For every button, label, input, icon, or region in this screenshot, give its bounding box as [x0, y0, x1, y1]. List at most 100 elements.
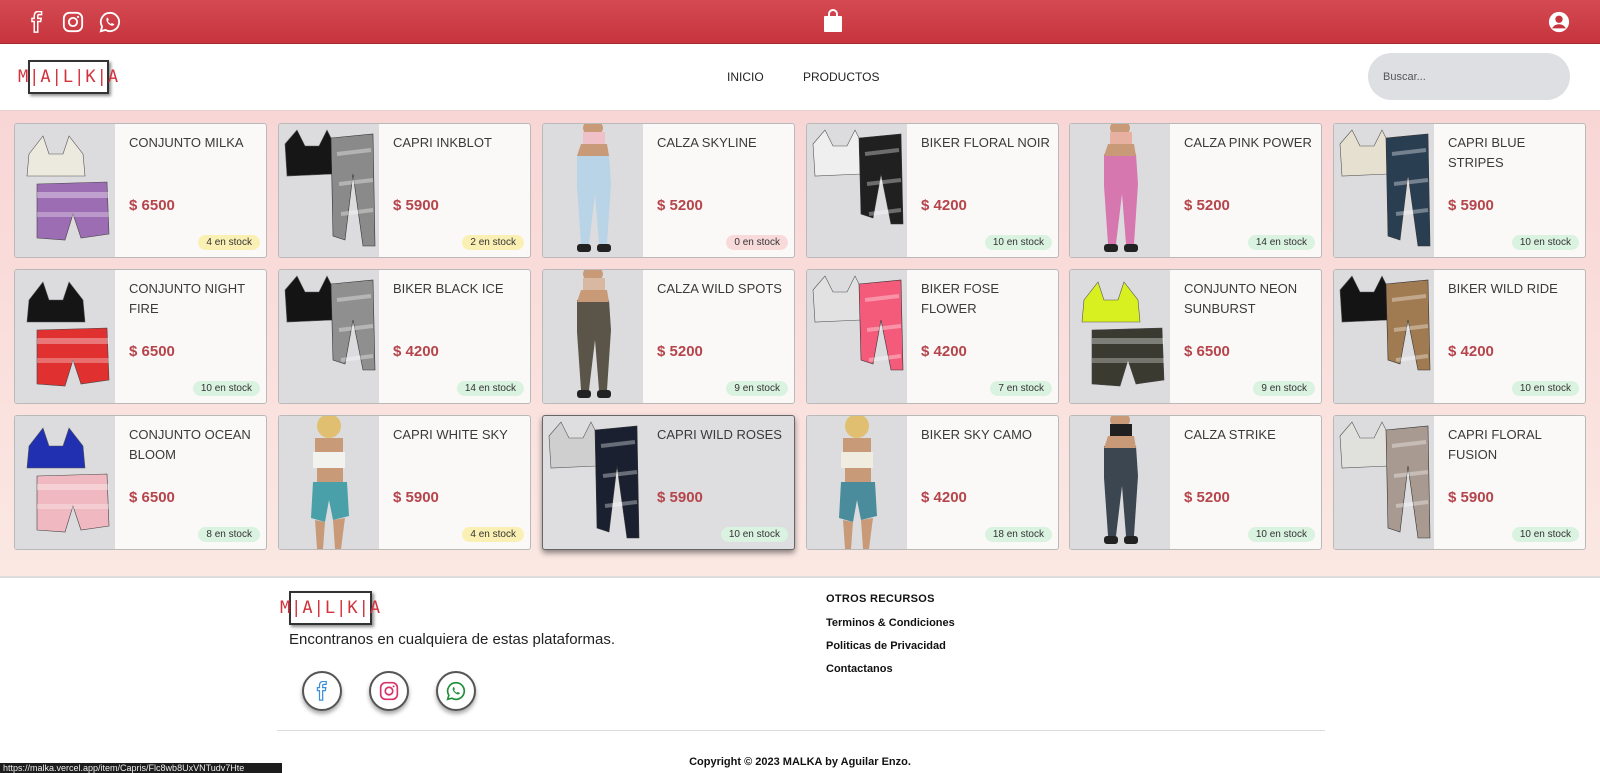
product-image	[1334, 416, 1434, 549]
product-name: CONJUNTO NIGHT FIRE	[129, 281, 245, 316]
nav-productos[interactable]: PRODUCTOS	[803, 70, 879, 84]
product-price: $ 4200	[921, 489, 967, 506]
product-name: CALZA STRIKE	[1184, 427, 1276, 442]
product-image	[1070, 416, 1170, 549]
product-image	[15, 270, 115, 403]
footer-instagram-button[interactable]	[369, 671, 409, 711]
stock-badge: 10 en stock	[192, 381, 260, 396]
product-image	[807, 124, 907, 257]
product-name: CALZA SKYLINE	[657, 135, 757, 150]
product-image	[279, 416, 379, 549]
facebook-icon[interactable]	[24, 9, 50, 35]
product-name: BIKER BLACK ICE	[393, 281, 504, 296]
stock-badge: 0 en stock	[726, 235, 788, 250]
whatsapp-icon[interactable]	[97, 9, 123, 35]
product-card[interactable]: CAPRI INKBLOT $ 5900 2 en stock	[278, 123, 531, 258]
product-name: CAPRI INKBLOT	[393, 135, 492, 150]
stock-badge: 10 en stock	[720, 527, 788, 542]
footer-divider	[277, 730, 1325, 731]
product-card[interactable]: BIKER WILD RIDE $ 4200 10 en stock	[1333, 269, 1586, 404]
product-price: $ 5900	[657, 489, 703, 506]
status-url-tooltip: https://malka.vercel.app/item/Capris/Flc…	[0, 763, 282, 773]
product-price: $ 4200	[921, 197, 967, 214]
product-image	[807, 416, 907, 549]
footer-tagline: Encontranos en cualquiera de estas plata…	[289, 631, 616, 648]
product-name: BIKER FOSE FLOWER	[921, 281, 1000, 316]
product-card[interactable]: CALZA STRIKE $ 5200 10 en stock	[1069, 415, 1322, 550]
link-contactanos[interactable]: Contactanos	[826, 663, 893, 675]
product-price: $ 5900	[393, 197, 439, 214]
product-name: CONJUNTO MILKA	[129, 135, 244, 150]
top-bar	[0, 0, 1600, 44]
product-card[interactable]: CONJUNTO NEON SUNBURST $ 6500 9 en stock	[1069, 269, 1322, 404]
product-name: CAPRI BLUE STRIPES	[1448, 135, 1526, 170]
stock-badge: 10 en stock	[1511, 381, 1579, 396]
stock-badge: 4 en stock	[462, 527, 524, 542]
stock-badge: 7 en stock	[990, 381, 1052, 396]
product-image	[15, 416, 115, 549]
user-account-icon[interactable]	[1546, 9, 1572, 35]
product-price: $ 6500	[129, 197, 175, 214]
footer-whatsapp-button[interactable]	[436, 671, 476, 711]
nav-inicio[interactable]: INICIO	[727, 70, 764, 84]
product-name: CALZA PINK POWER	[1184, 135, 1312, 150]
product-image	[1334, 270, 1434, 403]
product-image	[279, 270, 379, 403]
product-price: $ 5200	[1184, 197, 1230, 214]
product-price: $ 5900	[1448, 489, 1494, 506]
stock-badge: 10 en stock	[1511, 235, 1579, 250]
shopping-bag-icon[interactable]	[820, 8, 846, 34]
product-price: $ 6500	[1184, 343, 1230, 360]
footer: M|A|L|K|A Encontranos en cualquiera de e…	[0, 578, 1600, 773]
stock-badge: 14 en stock	[456, 381, 524, 396]
instagram-icon[interactable]	[60, 9, 86, 35]
product-image	[15, 124, 115, 257]
product-image	[543, 124, 643, 257]
product-price: $ 5200	[657, 197, 703, 214]
product-name: CONJUNTO NEON SUNBURST	[1184, 281, 1298, 316]
product-price: $ 6500	[129, 489, 175, 506]
product-name: BIKER FLORAL NOIR	[921, 135, 1050, 150]
stock-badge: 4 en stock	[198, 235, 260, 250]
link-terminos[interactable]: Terminos & Condiciones	[826, 617, 955, 629]
instagram-icon	[379, 681, 399, 701]
resources-title: OTROS RECURSOS	[826, 593, 935, 605]
product-name: BIKER WILD RIDE	[1448, 281, 1558, 296]
product-name: CAPRI WILD ROSES	[657, 427, 782, 442]
product-card[interactable]: CALZA WILD SPOTS $ 5200 9 en stock	[542, 269, 795, 404]
footer-facebook-button[interactable]	[302, 671, 342, 711]
stock-badge: 9 en stock	[726, 381, 788, 396]
stock-badge: 10 en stock	[984, 235, 1052, 250]
stock-badge: 10 en stock	[1247, 527, 1315, 542]
product-price: $ 5900	[1448, 197, 1494, 214]
product-card[interactable]: BIKER SKY CAMO $ 4200 18 en stock	[806, 415, 1059, 550]
facebook-icon	[316, 681, 327, 701]
stock-badge: 8 en stock	[198, 527, 260, 542]
product-price: $ 6500	[129, 343, 175, 360]
search-input[interactable]	[1368, 53, 1570, 100]
product-card[interactable]: CAPRI WHITE SKY $ 5900 4 en stock	[278, 415, 531, 550]
product-card[interactable]: BIKER BLACK ICE $ 4200 14 en stock	[278, 269, 531, 404]
product-card[interactable]: CALZA PINK POWER $ 5200 14 en stock	[1069, 123, 1322, 258]
product-name: CONJUNTO OCEAN BLOOM	[129, 427, 251, 462]
product-price: $ 5200	[1184, 489, 1230, 506]
footer-logo: M|A|L|K|A	[280, 591, 380, 625]
product-card[interactable]: BIKER FLORAL NOIR $ 4200 10 en stock	[806, 123, 1059, 258]
product-image	[1070, 270, 1170, 403]
brand-logo[interactable]: M|A|L|K|A	[18, 60, 118, 94]
product-image	[1070, 124, 1170, 257]
product-card[interactable]: CONJUNTO NIGHT FIRE $ 6500 10 en stock	[14, 269, 267, 404]
stock-badge: 14 en stock	[1247, 235, 1315, 250]
product-card[interactable]: CONJUNTO OCEAN BLOOM $ 6500 8 en stock	[14, 415, 267, 550]
product-card[interactable]: CONJUNTO MILKA $ 6500 4 en stock	[14, 123, 267, 258]
whatsapp-icon	[446, 681, 466, 701]
product-card[interactable]: BIKER FOSE FLOWER $ 4200 7 en stock	[806, 269, 1059, 404]
product-card[interactable]: CAPRI FLORAL FUSION $ 5900 10 en stock	[1333, 415, 1586, 550]
navbar: M|A|L|K|A INICIO PRODUCTOS	[0, 44, 1600, 111]
product-card[interactable]: CAPRI BLUE STRIPES $ 5900 10 en stock	[1333, 123, 1586, 258]
product-name: CAPRI FLORAL FUSION	[1448, 427, 1542, 462]
product-card[interactable]: CAPRI WILD ROSES $ 5900 10 en stock	[542, 415, 795, 550]
link-privacidad[interactable]: Politicas de Privacidad	[826, 640, 946, 652]
product-image	[279, 124, 379, 257]
product-card[interactable]: CALZA SKYLINE $ 5200 0 en stock	[542, 123, 795, 258]
